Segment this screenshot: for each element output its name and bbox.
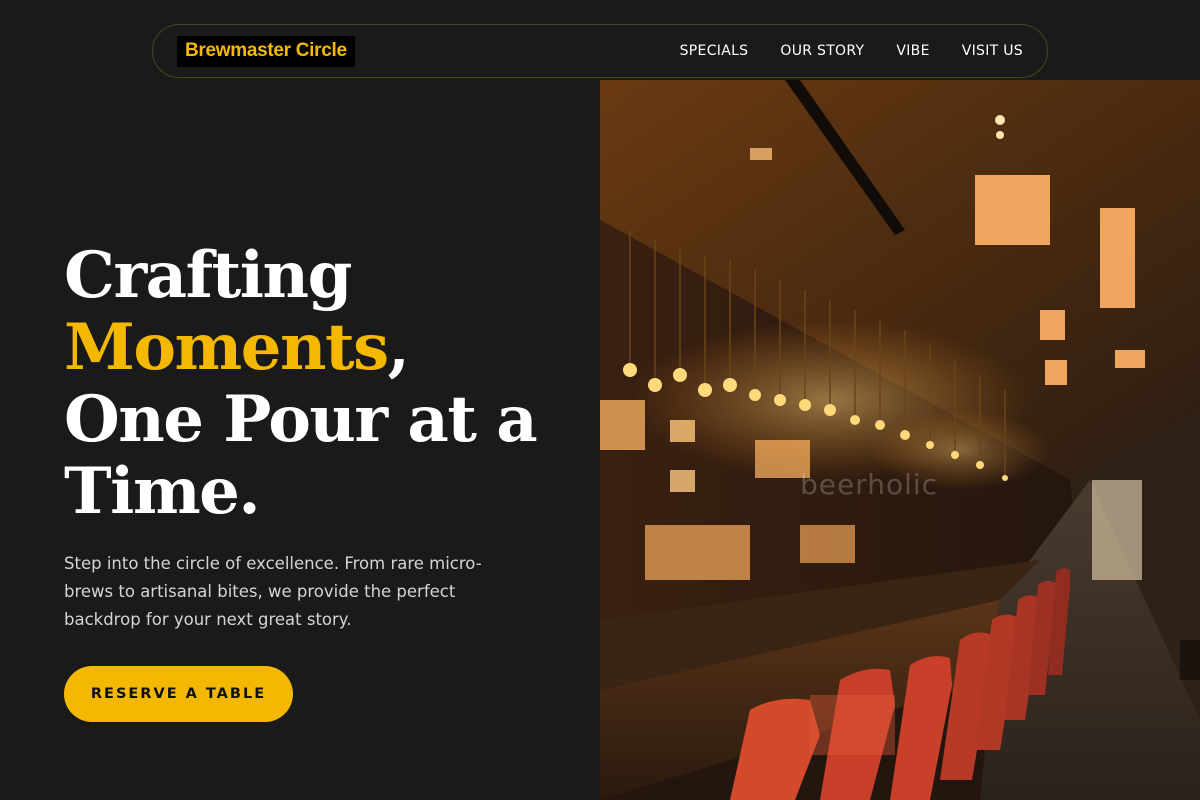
top-navigation: Brewmaster Circle SPECIALS OUR STORY VIB… [152,24,1048,78]
nav-links: SPECIALS OUR STORY VIBE VISIT US [680,43,1023,59]
hero-bar-image: beerholic [600,80,1200,800]
nav-link-vibe[interactable]: VIBE [896,43,929,59]
image-watermark: beerholic [800,468,939,501]
hero-title-line4: Time. [64,454,261,529]
hero-title-comma: , [387,310,410,385]
brand-logo[interactable]: Brewmaster Circle [177,35,355,67]
reserve-table-button[interactable]: RESERVE A TABLE [64,666,293,722]
hero-title-accent: Moments [64,310,389,385]
hero-title-line1: Crafting [64,238,352,313]
nav-link-specials[interactable]: SPECIALS [680,43,749,59]
hero-title-line3: One Pour at a [64,382,538,457]
hero-title: Crafting Moments, One Pour at a Time. [64,240,584,528]
nav-link-our-story[interactable]: OUR STORY [780,43,864,59]
nav-link-visit-us[interactable]: VISIT US [962,43,1023,59]
bar-interior-illustration [600,80,1200,800]
hero-subtitle: Step into the circle of excellence. From… [64,554,482,629]
